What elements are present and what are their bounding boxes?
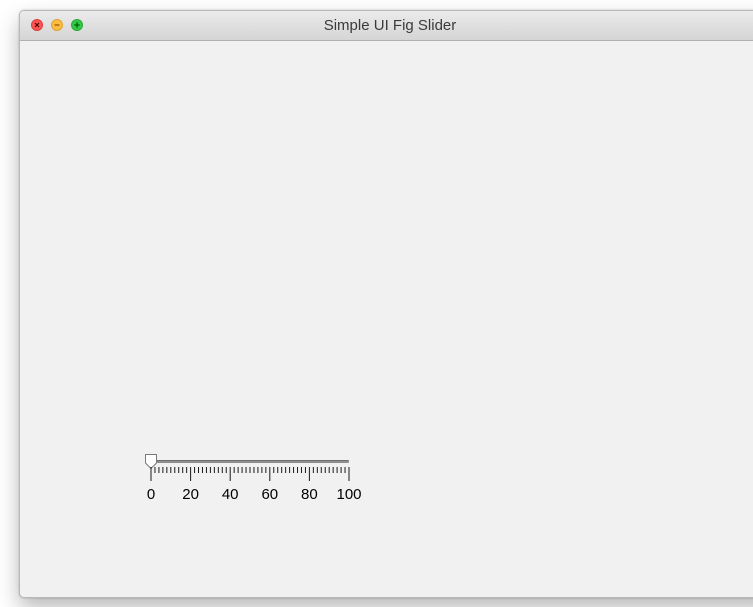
tick-label: 80 (301, 486, 318, 503)
app-window: Simple UI Fig Slider 0 20 40 60 80 100 (19, 10, 753, 598)
tick-label: 40 (221, 486, 239, 503)
slider-track[interactable] (151, 460, 349, 463)
tick-label: 0 (146, 486, 156, 503)
tick-label: 20 (182, 486, 199, 503)
tick-label: 100 (336, 486, 362, 503)
window-title: Simple UI Fig Slider (323, 17, 457, 34)
value-slider[interactable]: 0 20 40 60 80 100 (137, 450, 377, 520)
window-content: 0 20 40 60 80 100 (20, 41, 753, 597)
tick-label: 60 (261, 486, 279, 503)
title-bar[interactable]: Simple UI Fig Slider (20, 11, 753, 41)
slider-ticks (150, 467, 350, 481)
